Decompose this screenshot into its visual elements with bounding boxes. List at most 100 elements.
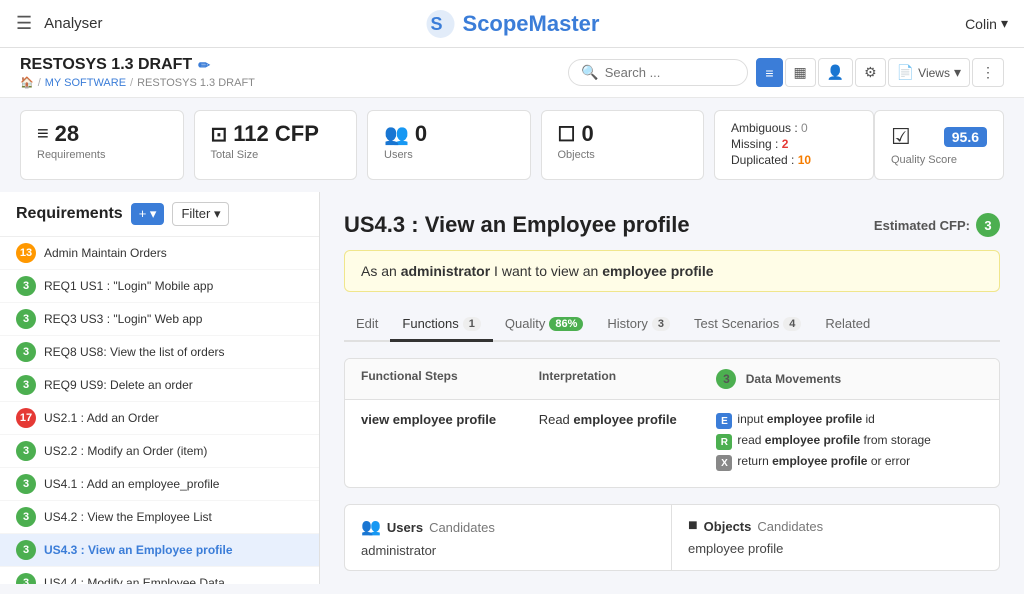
req-badge: 3 bbox=[16, 375, 36, 395]
dm-badge-x: X bbox=[716, 455, 732, 471]
list-item[interactable]: 3 US4.2 : View the Employee List bbox=[0, 501, 319, 534]
list-item[interactable]: 3 US4.3 : View an Employee profile bbox=[0, 534, 319, 567]
table-row: view employee profile Read employee prof… bbox=[345, 400, 999, 487]
req-badge: 17 bbox=[16, 408, 36, 428]
req-name: US4.3 : View an Employee profile bbox=[44, 543, 233, 557]
breadcrumb-current: RESTOSYS 1.3 DRAFT bbox=[137, 77, 255, 89]
tab-history[interactable]: History3 bbox=[595, 308, 682, 342]
stats-row: ≡ 28 Requirements ⊡ 112 CFP Total Size 👥… bbox=[0, 98, 1024, 192]
page-title-area: RESTOSYS 1.3 DRAFT ✏ 🏠 / MY SOFTWARE / R… bbox=[20, 56, 255, 89]
list-item[interactable]: 3 REQ3 US3 : "Login" Web app bbox=[0, 303, 319, 336]
page-title: RESTOSYS 1.3 DRAFT ✏ bbox=[20, 56, 255, 74]
calendar-view-button[interactable]: ▦ bbox=[785, 58, 816, 87]
req-badge: 3 bbox=[16, 507, 36, 527]
navbar: ☰ Analyser S ScopeMaster Colin ▾ bbox=[0, 0, 1024, 48]
brand-icon: S bbox=[425, 8, 457, 40]
objects-icon: ☐ bbox=[558, 122, 576, 147]
col-data-movements: 3 Data Movements bbox=[716, 369, 983, 389]
req-badge: 3 bbox=[16, 441, 36, 461]
user-menu[interactable]: Colin ▾ bbox=[965, 15, 1008, 32]
data-movements: E input employee profile id R read emplo… bbox=[716, 412, 983, 475]
col-interpretation: Interpretation bbox=[539, 369, 717, 389]
list-item[interactable]: 13 Admin Maintain Orders bbox=[0, 237, 319, 270]
req-name: US4.4 : Modify an Employee Data bbox=[44, 576, 225, 584]
main-layout: Requirements + ▾ Filter ▾ 13 Admin Maint… bbox=[0, 192, 1024, 584]
functions-table: Functional Steps Interpretation 3 Data M… bbox=[344, 358, 1000, 488]
sidebar-title: Requirements bbox=[16, 205, 123, 223]
col-functional-steps: Functional Steps bbox=[361, 369, 539, 389]
users-icon: 👥 bbox=[384, 122, 409, 147]
tabs: EditFunctions1Quality86%History3Test Sce… bbox=[344, 308, 1000, 342]
list-item[interactable]: 3 US4.4 : Modify an Employee Data bbox=[0, 567, 319, 584]
filter-button[interactable]: Filter ▾ bbox=[172, 202, 229, 226]
search-input[interactable] bbox=[605, 65, 736, 80]
quality-check-icon: ☑ bbox=[891, 124, 911, 150]
cfp-icon: ⊡ bbox=[211, 122, 228, 147]
issues-stat: Ambiguous : 0 Missing : 2 Duplicated : 1… bbox=[714, 110, 874, 180]
functional-step: view employee profile bbox=[361, 412, 539, 475]
search-icon: 🔍 bbox=[581, 64, 598, 81]
list-view-button[interactable]: ≡ bbox=[756, 58, 782, 87]
objects-stat: ☐ 0 Objects bbox=[541, 110, 705, 180]
req-name: REQ9 US9: Delete an order bbox=[44, 378, 193, 392]
interpretation: Read employee profile bbox=[539, 412, 717, 475]
svg-text:S: S bbox=[431, 14, 443, 34]
user-candidate-item: administrator bbox=[361, 543, 655, 558]
users-candidates: 👥 Users Candidates administrator bbox=[345, 505, 672, 570]
settings-view-button[interactable]: ⚙ bbox=[855, 58, 886, 87]
req-name: US4.1 : Add an employee_profile bbox=[44, 477, 219, 491]
cfp-stat: ⊡ 112 CFP Total Size bbox=[194, 110, 358, 180]
edit-icon[interactable]: ✏ bbox=[198, 57, 210, 74]
brand-text: ScopeMaster bbox=[463, 11, 600, 37]
tab-badge-history: 3 bbox=[652, 317, 670, 331]
table-header: Functional Steps Interpretation 3 Data M… bbox=[345, 359, 999, 400]
tab-functions[interactable]: Functions1 bbox=[390, 308, 493, 342]
estimated-cfp: Estimated CFP: 3 bbox=[874, 213, 1000, 237]
list-item[interactable]: 3 REQ8 US8: View the list of orders bbox=[0, 336, 319, 369]
menu-icon[interactable]: ☰ bbox=[16, 13, 32, 34]
list-item[interactable]: 17 US2.1 : Add an Order bbox=[0, 402, 319, 435]
tab-edit[interactable]: Edit bbox=[344, 308, 390, 342]
views-button[interactable]: 📄 Views ▾ bbox=[888, 58, 970, 87]
search-box: 🔍 bbox=[568, 59, 748, 86]
objects-candidates: ■ Objects Candidates employee profile bbox=[672, 505, 999, 570]
sidebar-header: Requirements + ▾ Filter ▾ bbox=[0, 192, 319, 237]
story-box: As an administrator I want to view an em… bbox=[344, 250, 1000, 292]
candidates-section: 👥 Users Candidates administrator ■ Objec… bbox=[344, 504, 1000, 571]
dm-badge-e: E bbox=[716, 413, 732, 429]
list-item[interactable]: 3 US4.1 : Add an employee_profile bbox=[0, 468, 319, 501]
content-area: US4.3 : View an Employee profile Estimat… bbox=[320, 192, 1024, 584]
users-stat: 👥 0 Users bbox=[367, 110, 531, 180]
navbar-title: Analyser bbox=[44, 15, 102, 32]
list-item[interactable]: 3 US2.2 : Modify an Order (item) bbox=[0, 435, 319, 468]
toolbar-right: 🔍 ≡ ▦ 👤 ⚙ 📄 Views ▾ ⋮ bbox=[568, 58, 1004, 87]
requirements-list: 13 Admin Maintain Orders 3 REQ1 US1 : "L… bbox=[0, 237, 319, 584]
req-name: US2.2 : Modify an Order (item) bbox=[44, 444, 207, 458]
req-name: Admin Maintain Orders bbox=[44, 246, 167, 260]
dm-badge-r: R bbox=[716, 434, 732, 450]
req-badge: 3 bbox=[16, 276, 36, 296]
req-badge: 3 bbox=[16, 309, 36, 329]
quality-badge: 95.6 bbox=[944, 127, 987, 147]
more-button[interactable]: ⋮ bbox=[972, 58, 1004, 87]
req-name: REQ3 US3 : "Login" Web app bbox=[44, 312, 202, 326]
req-badge: 13 bbox=[16, 243, 36, 263]
page-header: RESTOSYS 1.3 DRAFT ✏ 🏠 / MY SOFTWARE / R… bbox=[0, 48, 1024, 98]
add-requirement-button[interactable]: + ▾ bbox=[131, 203, 165, 225]
tab-quality[interactable]: Quality86% bbox=[493, 308, 596, 342]
tab-test-scenarios[interactable]: Test Scenarios4 bbox=[682, 308, 813, 342]
tab-badge-quality: 86% bbox=[549, 317, 583, 331]
breadcrumb-software[interactable]: MY SOFTWARE bbox=[45, 77, 126, 89]
breadcrumb-home[interactable]: 🏠 bbox=[20, 76, 34, 89]
people-view-button[interactable]: 👤 bbox=[818, 58, 853, 87]
list-item[interactable]: 3 REQ1 US1 : "Login" Mobile app bbox=[0, 270, 319, 303]
tab-related[interactable]: Related bbox=[813, 308, 882, 342]
list-item[interactable]: 3 REQ9 US9: Delete an order bbox=[0, 369, 319, 402]
req-badge: 3 bbox=[16, 573, 36, 584]
tab-badge-test-scenarios: 4 bbox=[783, 317, 801, 331]
requirements-stat: ≡ 28 Requirements bbox=[20, 110, 184, 180]
brand: S ScopeMaster bbox=[425, 8, 600, 40]
tab-badge-functions: 1 bbox=[463, 317, 481, 331]
object-candidate-item: employee profile bbox=[688, 541, 983, 556]
req-name: REQ8 US8: View the list of orders bbox=[44, 345, 225, 359]
